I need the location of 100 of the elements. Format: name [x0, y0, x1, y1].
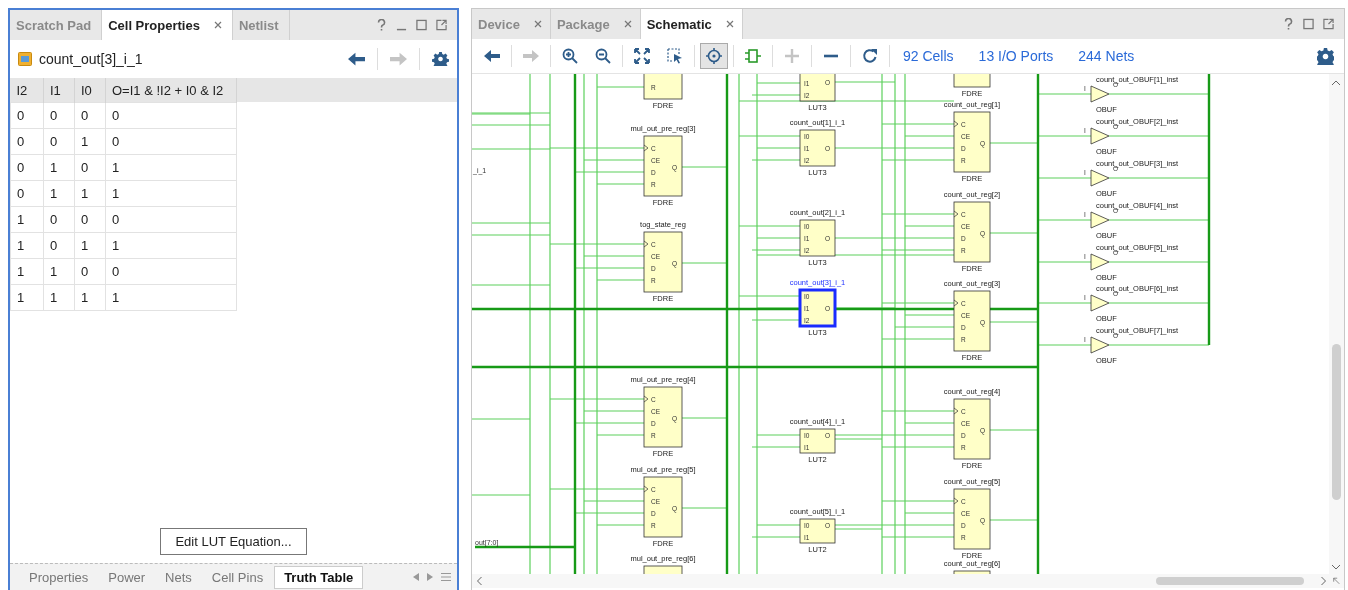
- settings-icon[interactable]: [432, 52, 449, 66]
- panel-tab[interactable]: Schematic: [640, 9, 743, 39]
- scrollbar-thumb[interactable]: [1332, 344, 1341, 500]
- flip-flop-block[interactable]: [643, 386, 683, 448]
- scrollbar-thumb[interactable]: [1156, 577, 1304, 585]
- settings-icon[interactable]: [1317, 47, 1334, 65]
- clock-marker-icon: [953, 299, 959, 307]
- table-cell: 1: [43, 258, 75, 285]
- table-cell: 0: [10, 102, 44, 129]
- table-cell: 0: [43, 128, 75, 155]
- clock-marker-icon: [643, 240, 649, 248]
- bottom-tab[interactable]: Power: [99, 566, 155, 588]
- close-icon[interactable]: [623, 20, 632, 28]
- flip-flop-block[interactable]: [953, 398, 991, 460]
- clock-marker-icon: [953, 120, 959, 128]
- clock-marker-icon: [953, 210, 959, 218]
- lut-block[interactable]: [799, 129, 836, 167]
- buffer-symbol[interactable]: [1090, 294, 1110, 312]
- forward-arrow-icon: [523, 48, 539, 64]
- back-arrow-icon[interactable]: [348, 52, 365, 66]
- fit-arrows-icon: [634, 48, 650, 64]
- clock-marker-icon: [953, 497, 959, 505]
- lut-block[interactable]: [799, 219, 836, 257]
- table-cell: 0: [10, 128, 44, 155]
- maximize-icon[interactable]: [1303, 18, 1314, 30]
- close-icon[interactable]: [725, 20, 734, 28]
- zoom-out-icon: [595, 48, 611, 64]
- auto-fit-button[interactable]: [700, 43, 728, 69]
- lut-block[interactable]: [799, 428, 836, 454]
- table-cell: 0: [74, 102, 106, 129]
- buffer-symbol[interactable]: [1090, 127, 1110, 145]
- buffer-symbol[interactable]: [1090, 211, 1110, 229]
- table-cell: 0: [74, 154, 106, 181]
- table-cell: 1: [74, 180, 106, 207]
- float-icon[interactable]: [436, 19, 447, 31]
- flip-flop-block[interactable]: [953, 111, 991, 173]
- flip-flop-block[interactable]: [643, 231, 683, 293]
- flip-flop-block[interactable]: [953, 201, 991, 263]
- module-icon: [745, 48, 761, 64]
- stats-link[interactable]: 244 Nets: [1078, 48, 1135, 64]
- panel-tab[interactable]: Netlist: [232, 10, 290, 40]
- crosshair-icon: [706, 48, 722, 64]
- lut-block[interactable]: [799, 518, 836, 544]
- table-cell: 1: [105, 232, 237, 259]
- scroll-up-icon[interactable]: [1331, 80, 1341, 86]
- panel-tab[interactable]: Device: [472, 9, 551, 39]
- maximize-icon[interactable]: [416, 19, 427, 31]
- resize-corner-icon[interactable]: [1333, 576, 1340, 586]
- edit-lut-equation-button[interactable]: Edit LUT Equation...: [160, 528, 307, 555]
- stats-link[interactable]: 13 I/O Ports: [978, 48, 1054, 64]
- scroll-right-icon[interactable]: [1320, 576, 1327, 586]
- help-icon[interactable]: [1283, 18, 1294, 30]
- table-cell: 1: [10, 284, 44, 311]
- table-cell: 0: [105, 206, 237, 233]
- column-header: I0: [74, 78, 106, 103]
- bottom-tab[interactable]: Nets: [156, 566, 201, 588]
- table-cell: 1: [74, 128, 106, 155]
- bottom-tab[interactable]: Cell Pins: [202, 566, 273, 588]
- lut-cell-icon: [18, 52, 32, 66]
- column-header: O=I1 & !I2 + I0 & I2: [105, 78, 237, 103]
- scroll-right-icon[interactable]: [427, 573, 433, 581]
- clock-marker-icon: [643, 485, 649, 493]
- table-cell: 0: [105, 102, 237, 129]
- table-cell: 1: [10, 206, 44, 233]
- table-cell: 1: [105, 180, 237, 207]
- table-cell: 1: [43, 180, 75, 207]
- float-icon[interactable]: [1323, 18, 1334, 30]
- area-select-icon: [667, 48, 683, 64]
- scroll-left-icon[interactable]: [476, 576, 483, 586]
- buffer-symbol[interactable]: [1090, 85, 1110, 103]
- flip-flop-block[interactable]: [953, 488, 991, 550]
- flip-flop-block[interactable]: [953, 74, 991, 88]
- buffer-symbol[interactable]: [1090, 336, 1110, 354]
- bottom-tab[interactable]: Truth Table: [274, 565, 364, 589]
- flip-flop-block[interactable]: [643, 74, 683, 100]
- lut-block[interactable]: [798, 288, 837, 328]
- flip-flop-block[interactable]: [643, 135, 683, 197]
- scroll-down-icon[interactable]: [1331, 564, 1341, 570]
- menu-icon[interactable]: [441, 572, 451, 582]
- help-icon[interactable]: [376, 19, 387, 31]
- vertical-scrollbar[interactable]: [1329, 74, 1344, 574]
- close-icon[interactable]: [533, 20, 542, 28]
- buffer-symbol[interactable]: [1090, 253, 1110, 271]
- scroll-left-icon[interactable]: [413, 573, 419, 581]
- panel-tab[interactable]: Package: [550, 9, 641, 39]
- horizontal-scrollbar[interactable]: [472, 574, 1344, 588]
- close-icon[interactable]: [213, 21, 222, 29]
- clock-marker-icon: [643, 395, 649, 403]
- buffer-symbol[interactable]: [1090, 169, 1110, 187]
- bottom-tab[interactable]: Properties: [20, 566, 98, 588]
- plus-icon: [784, 48, 800, 64]
- table-cell: 1: [10, 258, 44, 285]
- stats-link[interactable]: 92 Cells: [903, 48, 954, 64]
- column-header: I2: [10, 78, 44, 103]
- table-cell: 1: [105, 154, 237, 181]
- clock-marker-icon: [643, 144, 649, 152]
- cell-name-label: count_out[3]_i_1: [39, 51, 143, 67]
- panel-tab[interactable]: Cell Properties: [102, 10, 233, 40]
- flip-flop-block[interactable]: [953, 290, 991, 352]
- flip-flop-block[interactable]: [643, 476, 683, 538]
